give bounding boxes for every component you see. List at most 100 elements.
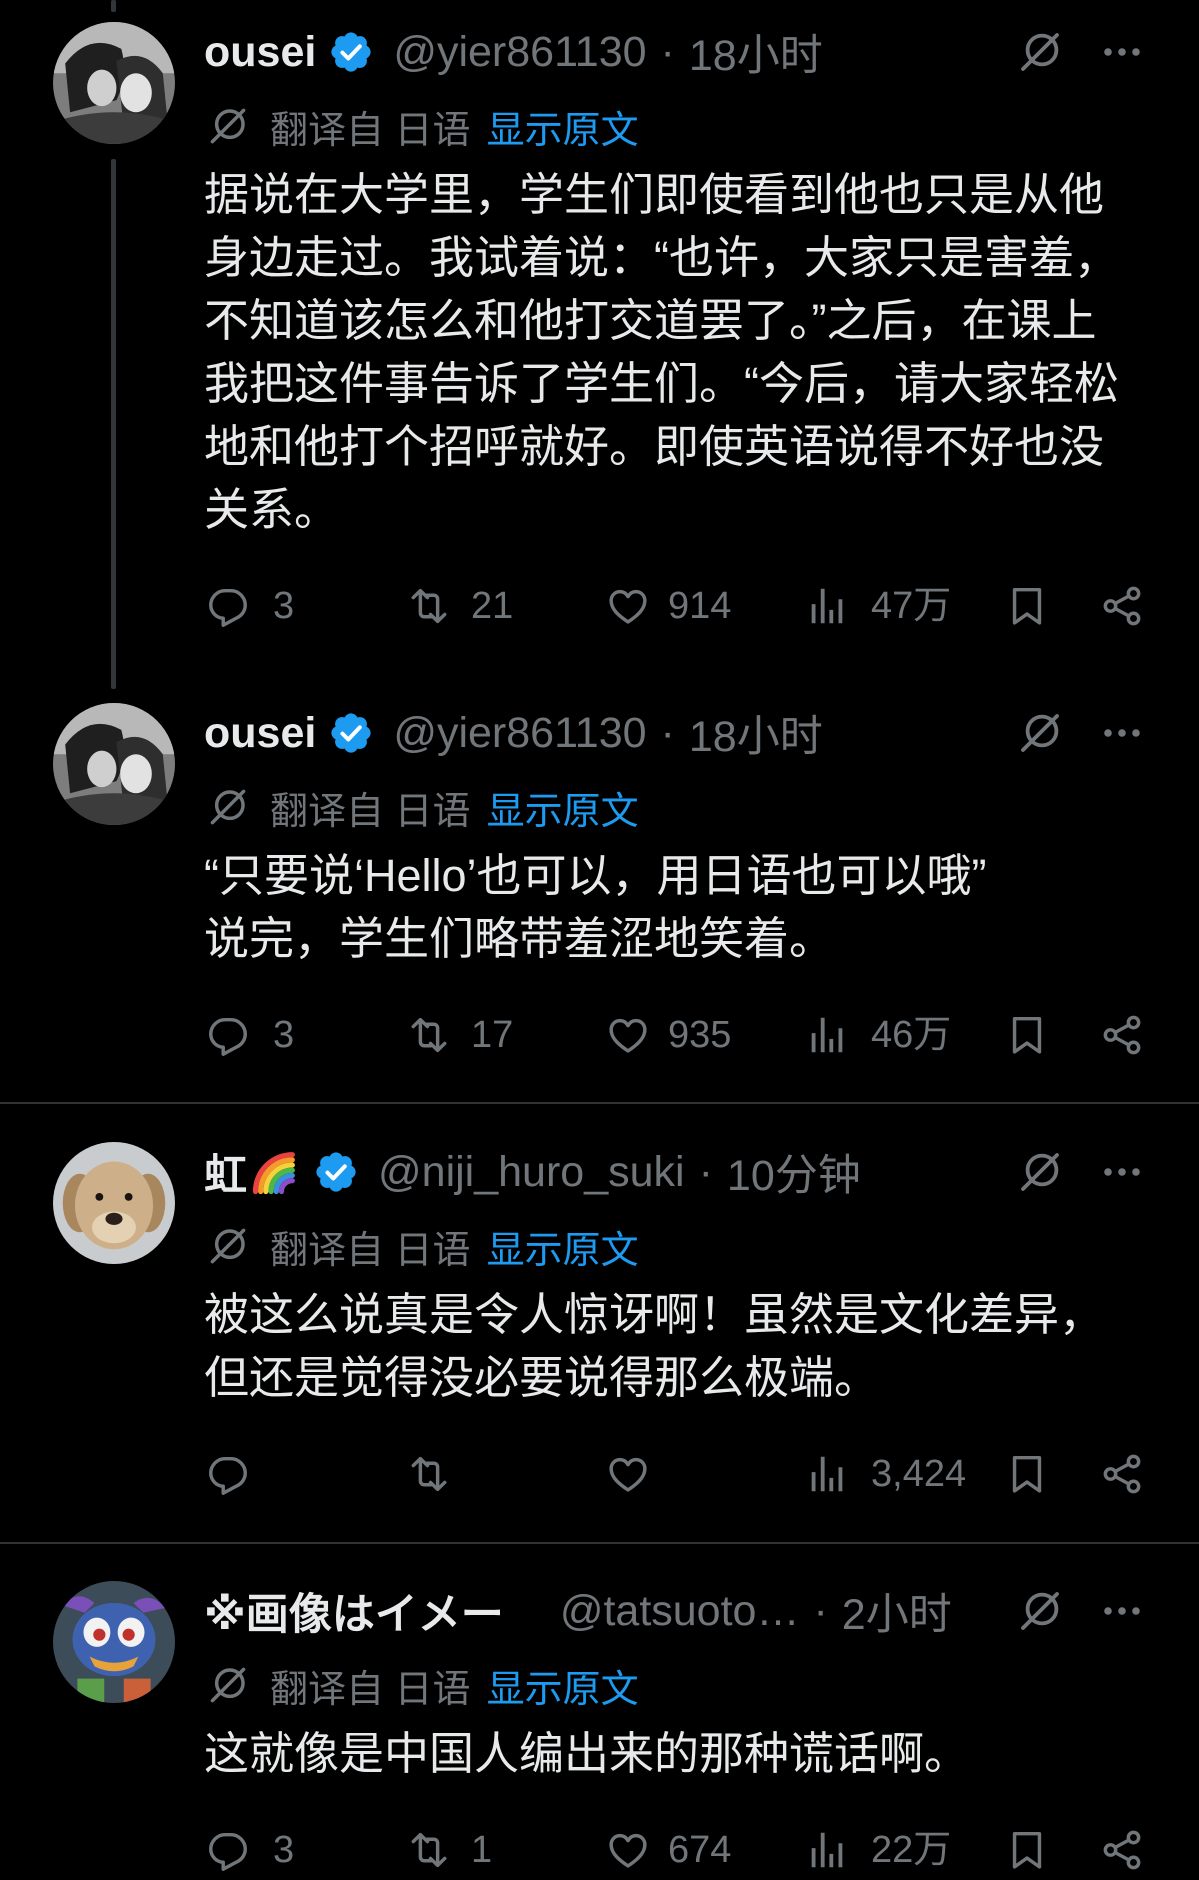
grok-icon[interactable] bbox=[1016, 709, 1064, 757]
heart-icon[interactable] bbox=[605, 583, 651, 629]
divider bbox=[0, 1542, 1199, 1544]
grok-translate-icon bbox=[206, 785, 250, 829]
tweet-header: ousei @yier861130 · 18小时 bbox=[204, 703, 823, 763]
action-bar: 3 1 674 22万 bbox=[204, 1820, 1154, 1880]
grok-icon[interactable] bbox=[1016, 28, 1064, 76]
reply-icon[interactable] bbox=[205, 583, 251, 629]
tweet-header: ousei @yier861130 · 18小时 bbox=[204, 22, 823, 82]
tweet-content: ※画像はイメー @tatsuoto… · 2小时 翻译自 日语 显示原文 这就像… bbox=[204, 1581, 1154, 1880]
grok-translate-icon bbox=[206, 104, 250, 148]
grok-translate-icon bbox=[206, 1663, 250, 1707]
action-bar: 3,424 bbox=[204, 1444, 1154, 1504]
timestamp[interactable]: 18小时 bbox=[689, 21, 823, 83]
action-bar: 3 21 914 47万 bbox=[204, 576, 1154, 636]
separator-dot: · bbox=[660, 27, 675, 76]
share-icon[interactable] bbox=[1099, 1012, 1145, 1058]
show-original-link[interactable]: 显示原文 bbox=[487, 1219, 639, 1274]
share-icon[interactable] bbox=[1099, 583, 1145, 629]
like-count: 935 bbox=[668, 1014, 732, 1056]
tweet-text: 据说在大学里，学生们即使看到他也只是从他 身边走过。我试着说：“也许，大家只是害… bbox=[204, 169, 1119, 535]
translation-row: 翻译自 日语 显示原文 bbox=[204, 1659, 639, 1711]
tweet-text: 这就像是中国人编出来的那种谎话啊。 bbox=[204, 1728, 970, 1779]
display-name[interactable]: 虹 bbox=[204, 1141, 247, 1203]
translation-row: 翻译自 日语 显示原文 bbox=[204, 781, 639, 833]
divider bbox=[0, 1102, 1199, 1104]
grok-icon[interactable] bbox=[1016, 1148, 1064, 1196]
repost-count: 21 bbox=[471, 585, 514, 627]
tweet-header: 虹 @niji_huro_suki · 10分钟 bbox=[204, 1142, 861, 1202]
user-handle[interactable]: @niji_huro_suki bbox=[378, 1148, 685, 1197]
rainbow-icon bbox=[249, 1146, 301, 1198]
tweet-text: “只要说‘Hello’也可以，用日语也可以哦” 说完，学生们略带羞涩地笑着。 bbox=[204, 850, 987, 964]
repost-icon[interactable] bbox=[406, 1012, 452, 1058]
reply-icon[interactable] bbox=[205, 1827, 251, 1873]
display-name[interactable]: ousei bbox=[204, 709, 316, 758]
repost-count: 17 bbox=[471, 1014, 514, 1056]
translated-from-label: 翻译自 日语 bbox=[270, 109, 471, 152]
verified-badge-icon bbox=[328, 710, 374, 756]
avatar[interactable] bbox=[53, 1581, 175, 1703]
verified-badge-icon bbox=[313, 1149, 359, 1195]
more-dots-icon[interactable] bbox=[1098, 28, 1146, 76]
tweet-content: ousei @yier861130 · 18小时 翻译自 日语 显示原文 据说在… bbox=[204, 22, 1154, 636]
reply-icon[interactable] bbox=[205, 1451, 251, 1497]
avatar[interactable] bbox=[53, 22, 175, 144]
timestamp[interactable]: 10分钟 bbox=[727, 1141, 861, 1203]
bookmark-icon[interactable] bbox=[1004, 1451, 1050, 1497]
share-icon[interactable] bbox=[1099, 1451, 1145, 1497]
display-name[interactable]: ※画像はイメー bbox=[204, 1580, 504, 1642]
reply-count: 3 bbox=[273, 1014, 295, 1056]
heart-icon[interactable] bbox=[605, 1827, 651, 1873]
repost-icon[interactable] bbox=[406, 583, 452, 629]
repost-icon[interactable] bbox=[406, 1451, 452, 1497]
translated-from-label: 翻译自 日语 bbox=[270, 790, 471, 833]
thread-line bbox=[111, 159, 116, 689]
heart-icon[interactable] bbox=[605, 1012, 651, 1058]
bookmark-icon[interactable] bbox=[1004, 1827, 1050, 1873]
share-icon[interactable] bbox=[1099, 1827, 1145, 1873]
like-count: 674 bbox=[668, 1829, 732, 1871]
translated-from-label: 翻译自 日语 bbox=[270, 1229, 471, 1272]
view-count: 22万 bbox=[871, 1829, 952, 1871]
repost-icon[interactable] bbox=[406, 1827, 452, 1873]
display-name[interactable]: ousei bbox=[204, 28, 316, 77]
show-original-link[interactable]: 显示原文 bbox=[487, 1658, 639, 1713]
more-dots-icon[interactable] bbox=[1098, 1587, 1146, 1635]
bookmark-icon[interactable] bbox=[1004, 583, 1050, 629]
timestamp[interactable]: 2小时 bbox=[842, 1580, 952, 1642]
show-original-link[interactable]: 显示原文 bbox=[487, 780, 639, 835]
more-dots-icon[interactable] bbox=[1098, 709, 1146, 757]
tweet-header: ※画像はイメー @tatsuoto… · 2小时 bbox=[204, 1581, 952, 1641]
reply-count: 3 bbox=[273, 1829, 295, 1871]
timestamp[interactable]: 18小时 bbox=[689, 702, 823, 764]
heart-icon[interactable] bbox=[605, 1451, 651, 1497]
tweet-content: ousei @yier861130 · 18小时 翻译自 日语 显示原文 “只要… bbox=[204, 703, 1154, 1065]
user-handle[interactable]: @yier861130 bbox=[393, 709, 646, 758]
tweet-text: 被这么说真是令人惊讶啊！虽然是文化差异， 但还是觉得没必要说得那么极端。 bbox=[204, 1289, 1105, 1403]
translation-row: 翻译自 日语 显示原文 bbox=[204, 1220, 639, 1272]
views-chart-icon[interactable] bbox=[804, 1827, 850, 1873]
thread-line-top bbox=[111, 0, 116, 12]
like-count: 914 bbox=[668, 585, 732, 627]
translation-row: 翻译自 日语 显示原文 bbox=[204, 100, 639, 152]
view-count: 47万 bbox=[871, 585, 952, 627]
verified-badge-icon bbox=[328, 29, 374, 75]
views-chart-icon[interactable] bbox=[804, 1012, 850, 1058]
views-chart-icon[interactable] bbox=[804, 583, 850, 629]
separator-dot: · bbox=[660, 708, 675, 757]
view-count: 3,424 bbox=[871, 1453, 967, 1495]
grok-icon[interactable] bbox=[1016, 1587, 1064, 1635]
user-handle[interactable]: @tatsuoto… bbox=[560, 1587, 800, 1636]
repost-count: 1 bbox=[471, 1829, 493, 1871]
reply-icon[interactable] bbox=[205, 1012, 251, 1058]
tweet-content: 虹 @niji_huro_suki · 10分钟 翻译自 日语 显示原文 被这么… bbox=[204, 1142, 1154, 1504]
user-handle[interactable]: @yier861130 bbox=[393, 28, 646, 77]
avatar[interactable] bbox=[53, 1142, 175, 1264]
more-dots-icon[interactable] bbox=[1098, 1148, 1146, 1196]
views-chart-icon[interactable] bbox=[804, 1451, 850, 1497]
grok-translate-icon bbox=[206, 1224, 250, 1268]
avatar[interactable] bbox=[53, 703, 175, 825]
bookmark-icon[interactable] bbox=[1004, 1012, 1050, 1058]
separator-dot: · bbox=[698, 1147, 713, 1196]
show-original-link[interactable]: 显示原文 bbox=[487, 99, 639, 154]
